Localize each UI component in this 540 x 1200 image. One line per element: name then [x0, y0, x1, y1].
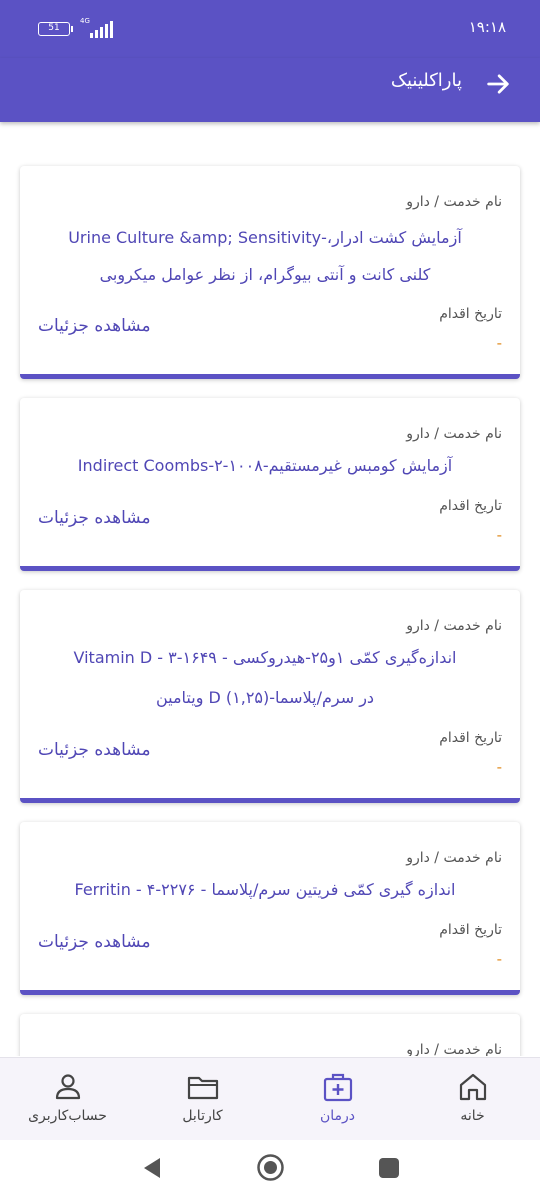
- nav-item-cartable[interactable]: کارتابل: [135, 1058, 270, 1141]
- status-time: ۱۹:۱۸: [468, 18, 506, 36]
- date-label: تاریخ اقدام: [439, 306, 502, 322]
- service-label: نام خدمت / دارو: [406, 426, 502, 442]
- nav-label-home: خانه: [460, 1108, 485, 1124]
- paraclinic-list[interactable]: نام خدمت / دارو آزمایش کشت ادرار،-Urine …: [0, 122, 540, 1056]
- list-item[interactable]: نام خدمت / دارو آزمایش کشت ادرار،-Urine …: [20, 166, 520, 379]
- service-label: نام خدمت / دارو: [406, 618, 502, 634]
- nav-item-account[interactable]: حساب‌کاربری: [0, 1058, 135, 1141]
- page-title: پاراکلینیک: [390, 70, 462, 91]
- nav-item-home[interactable]: خانه: [405, 1058, 540, 1141]
- nav-label-treatment: درمان: [319, 1108, 356, 1124]
- date-value: -: [496, 950, 502, 968]
- date-value: -: [496, 334, 502, 352]
- service-label: نام خدمت / دارو: [406, 1042, 502, 1056]
- view-details-link[interactable]: مشاهده جزئیات: [38, 316, 151, 336]
- home-icon: [459, 1073, 486, 1101]
- service-name-line1: اندازه‌گیری کمّی ۱و۲۵-هیدروکسی - Vitamin…: [73, 648, 457, 667]
- service-label: نام خدمت / دارو: [406, 850, 502, 866]
- app-bar: پاراکلینیک: [0, 58, 540, 122]
- home-circle-icon[interactable]: [256, 1153, 285, 1182]
- nav-label-account: حساب‌کاربری: [28, 1108, 107, 1124]
- list-item[interactable]: نام خدمت / دارو اندازه گیری کمّی فریتین …: [20, 822, 520, 995]
- service-name-line2: در سرم/پلاسما-(۱,۲۵) D ویتامین: [155, 688, 375, 707]
- list-item[interactable]: نام خدمت / دارو: [20, 1014, 520, 1056]
- date-value: -: [496, 758, 502, 776]
- service-label: نام خدمت / دارو: [406, 194, 502, 210]
- status-bar: 51 4G ۱۹:۱۸: [0, 0, 540, 58]
- recents-square-icon[interactable]: [378, 1157, 400, 1179]
- list-item[interactable]: نام خدمت / دارو آزمایش کومبس غیرمستقیم-I…: [20, 398, 520, 571]
- date-value: -: [496, 526, 502, 544]
- date-label: تاریخ اقدام: [439, 498, 502, 514]
- nav-label-cartable: کارتابل: [182, 1108, 223, 1124]
- service-name-line2: کلنی کانت و آنتی بیوگرام، از نظر عوامل م…: [99, 265, 431, 284]
- view-details-link[interactable]: مشاهده جزئیات: [38, 508, 151, 528]
- network-type: 4G: [80, 17, 90, 25]
- date-label: تاریخ اقدام: [439, 730, 502, 746]
- date-label: تاریخ اقدام: [439, 922, 502, 938]
- nav-item-treatment[interactable]: درمان: [270, 1058, 405, 1141]
- battery-icon: 51: [38, 22, 73, 36]
- service-name-line1: آزمایش کومبس غیرمستقیم-Indirect Coombs-۲…: [77, 456, 453, 475]
- battery-level: 51: [48, 23, 60, 33]
- arrow-right-icon[interactable]: [484, 70, 512, 98]
- service-name-line1: اندازه گیری کمّی فریتین سرم/پلاسما - Fer…: [74, 880, 456, 899]
- medical-kit-icon: [323, 1073, 352, 1102]
- view-details-link[interactable]: مشاهده جزئیات: [38, 932, 151, 952]
- bottom-navigation: خانه درمان کارتابل حساب‌کاربری: [0, 1057, 540, 1140]
- list-item[interactable]: نام خدمت / دارو اندازه‌گیری کمّی ۱و۲۵-هی…: [20, 590, 520, 803]
- signal-icon: [90, 20, 114, 38]
- back-triangle-icon[interactable]: [140, 1155, 164, 1181]
- folder-icon: [187, 1076, 218, 1100]
- system-navigation-bar: [0, 1140, 540, 1200]
- person-icon: [55, 1074, 80, 1100]
- view-details-link[interactable]: مشاهده جزئیات: [38, 740, 151, 760]
